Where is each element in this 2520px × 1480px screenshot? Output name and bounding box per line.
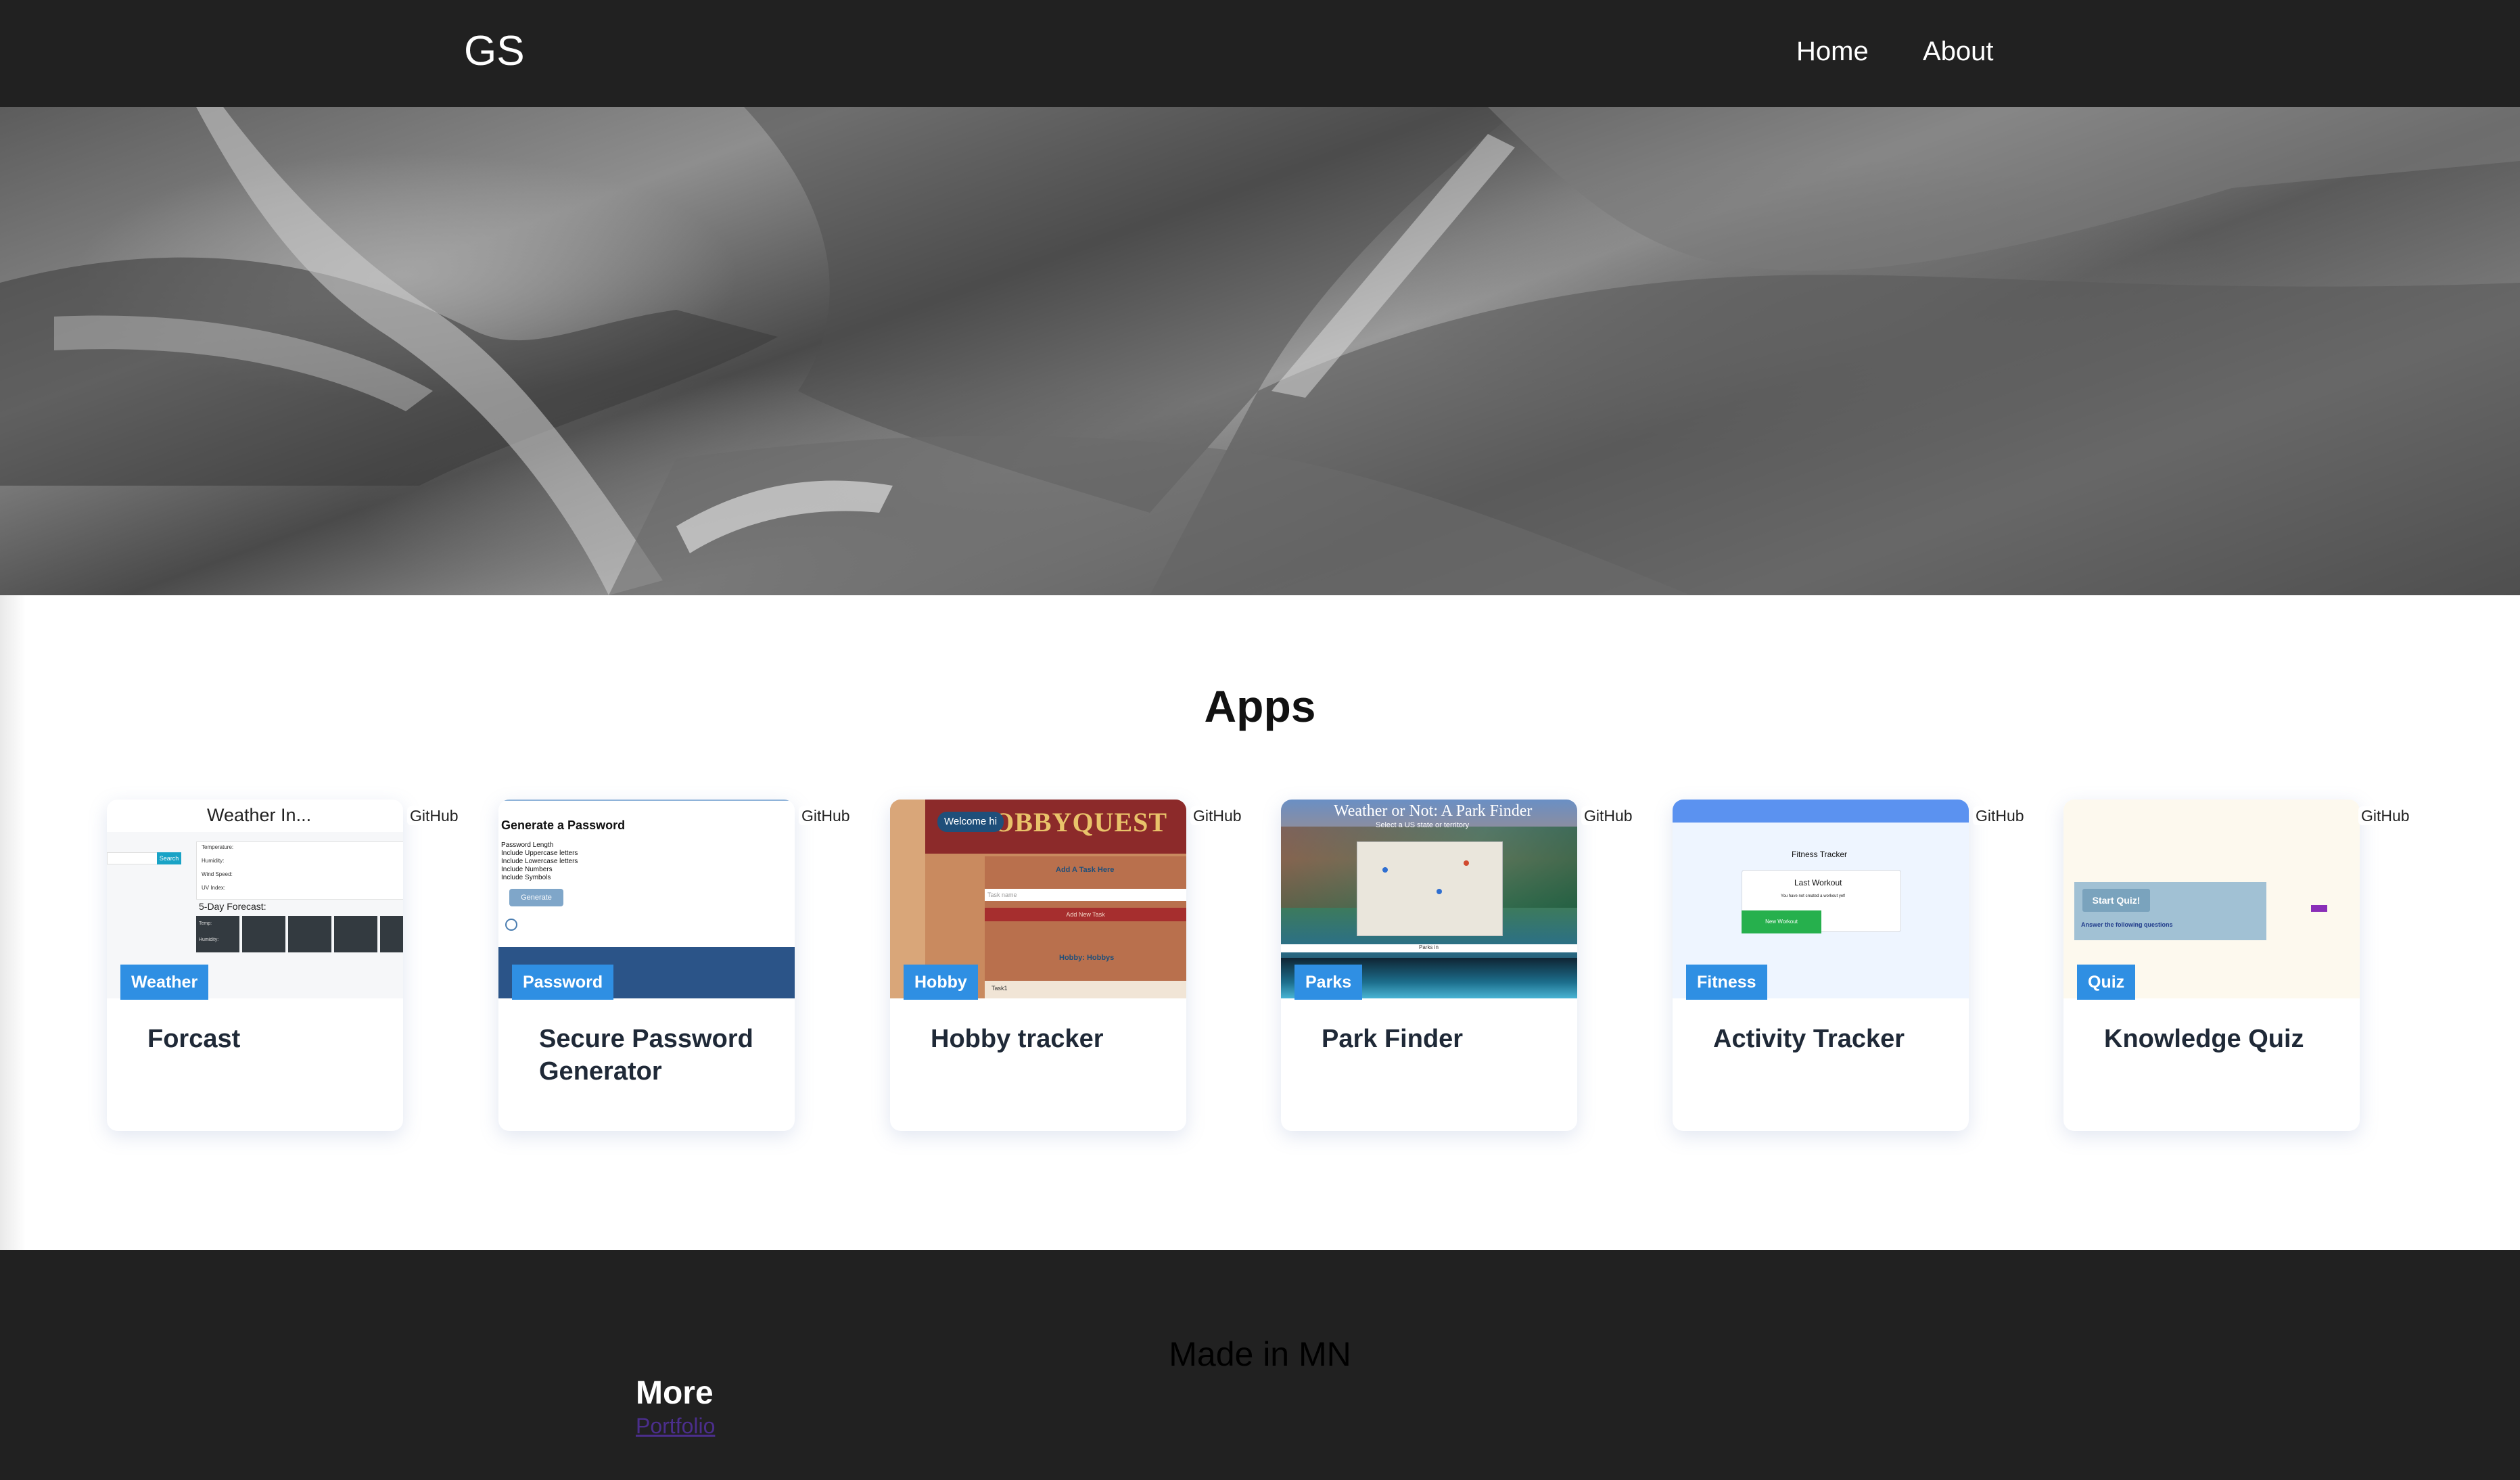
- apps-heading: Apps: [1204, 681, 1316, 731]
- thumb-row: Include Symbols: [501, 874, 551, 881]
- card-tag: Hobby: [904, 965, 978, 1000]
- card-tag: Parks: [1294, 965, 1363, 1000]
- thumb-forecast-label: 5-Day Forecast:: [199, 901, 266, 912]
- thumb-generate-button: Generate: [509, 889, 563, 906]
- thumb-start-button: Start Quiz!: [2082, 889, 2150, 912]
- thumb-add-label: Add A Task Here: [1056, 866, 1115, 874]
- card-title[interactable]: Forcast: [147, 1023, 377, 1055]
- thumb-welcome-badge: Welcome hi: [937, 812, 1004, 832]
- card-tag: Quiz: [2077, 965, 2136, 1000]
- app-card-password-generator[interactable]: Generate a Password Password Length Incl…: [498, 800, 853, 1131]
- thumb-heading: Weather In...: [207, 805, 312, 825]
- thumb-search-button: Search: [157, 852, 181, 864]
- thumb-row: Include Lowercase letters: [501, 858, 578, 865]
- github-link[interactable]: GitHub: [1973, 806, 2027, 825]
- nav-link-home[interactable]: Home: [1796, 35, 1869, 68]
- card-title[interactable]: Hobby tracker: [931, 1023, 1161, 1055]
- thumb-cell: Humidity:: [199, 938, 219, 942]
- thumb-task-row: Task1: [991, 985, 1008, 992]
- thumb-row: UV Index:: [202, 885, 226, 891]
- hero-banner-image: [0, 107, 2520, 595]
- card-title[interactable]: Activity Tracker: [1713, 1023, 1943, 1055]
- thumb-heading: Generate a Password: [501, 818, 626, 832]
- thumb-new-workout-button: New Workout: [1742, 910, 1821, 933]
- thumb-instructions: Answer the following questions: [2081, 921, 2173, 928]
- github-link[interactable]: GitHub: [1581, 806, 1635, 825]
- thumb-task-input: Task name: [985, 889, 1186, 901]
- thumb-heading: Weather or Not: A Park Finder: [1334, 802, 1533, 820]
- thumb-list-heading: Hobby: Hobbys: [1059, 954, 1115, 962]
- nav-link-about[interactable]: About: [1923, 35, 1994, 68]
- app-card-forcast[interactable]: Weather In... Search Temperature: Humidi…: [107, 800, 461, 1131]
- github-link[interactable]: GitHub: [799, 806, 853, 825]
- footer-made-in: Made in MN: [1169, 1335, 1351, 1373]
- footer-more-heading: More: [636, 1375, 714, 1411]
- app-card-park-finder[interactable]: Weather or Not: A Park Finder Select a U…: [1281, 800, 1635, 1131]
- card-title[interactable]: Secure Password Generator: [539, 1023, 769, 1088]
- thumb-row: Include Uppercase letters: [501, 850, 578, 857]
- app-card-activity-tracker[interactable]: Fitness Tracker Last Workout You have no…: [1673, 800, 2027, 1131]
- github-link[interactable]: GitHub: [2358, 806, 2412, 825]
- thumb-row: Password Length: [501, 841, 554, 849]
- top-navbar: GS Home About: [0, 0, 2520, 107]
- thumb-box-text: You have not created a workout yet!: [1781, 894, 1846, 898]
- thumb-row: Temperature:: [202, 844, 234, 850]
- app-card-hobby-tracker[interactable]: HOBBYQUEST Welcome hi Add A Task Here Ta…: [890, 800, 1244, 1131]
- card-tag: Password: [512, 965, 614, 1000]
- footer-portfolio-link[interactable]: Portfolio: [636, 1412, 715, 1439]
- thumb-cell: Temp:: [199, 921, 212, 926]
- app-card-knowledge-quiz[interactable]: Start Quiz! Answer the following questio…: [2063, 800, 2412, 1131]
- card-tag: Fitness: [1686, 965, 1767, 1000]
- hero-texture: [0, 107, 2520, 595]
- thumb-add-button: Add New Task: [985, 908, 1186, 921]
- site-logo[interactable]: GS: [464, 26, 525, 77]
- card-tag: Weather: [120, 965, 209, 1000]
- thumb-heading: Fitness Tracker: [1792, 850, 1848, 859]
- thumb-box-title: Last Workout: [1794, 878, 1842, 887]
- thumb-row: Wind Speed:: [202, 871, 233, 877]
- card-title[interactable]: Knowledge Quiz: [2104, 1023, 2334, 1055]
- github-link[interactable]: GitHub: [1190, 806, 1244, 825]
- thumb-caption: Parks in: [1419, 944, 1439, 950]
- thumb-subheading: Select a US state or territory: [1376, 821, 1470, 829]
- thumb-row: Humidity:: [202, 858, 225, 864]
- card-title[interactable]: Park Finder: [1322, 1023, 1551, 1055]
- thumb-row: Include Numbers: [501, 866, 553, 873]
- github-link[interactable]: GitHub: [407, 806, 461, 825]
